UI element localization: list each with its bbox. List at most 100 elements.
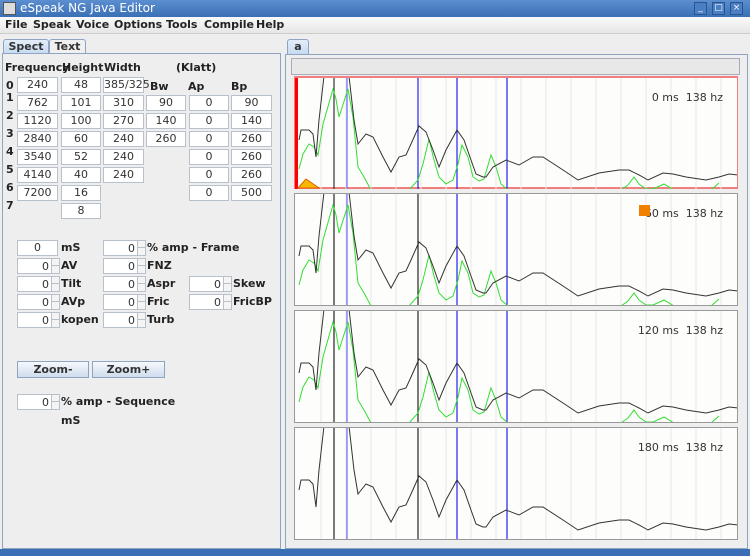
params.aspr-value[interactable]: 0 <box>128 278 135 291</box>
row-number: 4 <box>6 145 14 158</box>
bp-field[interactable]: 90 <box>231 95 272 111</box>
menu-tools[interactable]: Tools <box>166 18 197 31</box>
zoom-plus-button[interactable]: Zoom+ <box>92 361 165 378</box>
tab-spect[interactable]: Spect <box>3 39 49 54</box>
params.fricbp-value[interactable]: 0 <box>214 296 221 309</box>
params.kopen-spinner[interactable]: 0 <box>17 312 60 328</box>
minimize-icon[interactable]: _ <box>694 2 707 15</box>
width-field[interactable]: 270 <box>103 113 144 129</box>
params.kopen-label: kopen <box>61 313 99 326</box>
menu-file[interactable]: File <box>5 18 28 31</box>
params.turb-spinner[interactable]: 0 <box>103 312 146 328</box>
spinner-arrows-icon[interactable] <box>51 295 60 309</box>
frames-header-bar <box>291 58 740 75</box>
params.av-spinner[interactable]: 0 <box>17 258 60 274</box>
params.aspr-spinner[interactable]: 0 <box>103 276 146 292</box>
params.fric-spinner[interactable]: 0 <box>103 294 146 310</box>
bp-field[interactable]: 500 <box>231 185 272 201</box>
params.fric-value[interactable]: 0 <box>128 296 135 309</box>
keyframe-marker-icon <box>639 205 650 216</box>
params.avp-spinner[interactable]: 0 <box>17 294 60 310</box>
bw-field[interactable]: 140 <box>146 113 186 129</box>
params.turb-value[interactable]: 0 <box>128 314 135 327</box>
close-icon[interactable]: × <box>730 2 743 15</box>
width-field[interactable]: 240 <box>103 131 144 147</box>
frequency-field[interactable]: 3540 <box>17 149 58 165</box>
spinner-arrows-icon[interactable] <box>137 313 146 327</box>
ap-field[interactable]: 0 <box>189 149 229 165</box>
tab-text[interactable]: Text <box>49 39 86 54</box>
ap-field[interactable]: 0 <box>189 185 229 201</box>
ap-field[interactable]: 0 <box>189 167 229 183</box>
spinner-arrows-icon[interactable] <box>137 277 146 291</box>
bp-field[interactable]: 140 <box>231 113 272 129</box>
maximize-icon[interactable]: □ <box>712 2 725 15</box>
width-field[interactable]: 240 <box>103 167 144 183</box>
spinner-arrows-icon[interactable] <box>137 259 146 273</box>
row-number: 1 <box>6 91 14 104</box>
menu-speak[interactable]: Speak <box>33 18 71 31</box>
spinner-arrows-icon[interactable] <box>137 295 146 309</box>
frame-label: 0 ms 138 hz <box>651 91 723 104</box>
zoom-minus-button[interactable]: Zoom- <box>17 361 89 378</box>
width-field[interactable]: 240 <box>103 149 144 165</box>
height-field[interactable]: 100 <box>61 113 101 129</box>
sequence-spinner[interactable]: 0 <box>17 394 60 410</box>
params.skew-value[interactable]: 0 <box>214 278 221 291</box>
spectrum-frame[interactable]: 120 ms 138 hz <box>294 310 738 423</box>
frequency-field[interactable]: 240 <box>17 77 58 93</box>
bp-field[interactable]: 260 <box>231 167 272 183</box>
frequency-field[interactable]: 762 <box>17 95 58 111</box>
header-bp: Bp <box>231 80 248 93</box>
params.amp_frame-spinner[interactable]: 0 <box>103 240 146 256</box>
sequence-value[interactable]: 0 <box>42 396 49 409</box>
params.tilt-spinner[interactable]: 0 <box>17 276 60 292</box>
bp-field[interactable]: 260 <box>231 149 272 165</box>
menu-options[interactable]: Options <box>114 18 162 31</box>
spinner-arrows-icon[interactable] <box>137 241 146 255</box>
height-field[interactable]: 60 <box>61 131 101 147</box>
frequency-field[interactable]: 1120 <box>17 113 58 129</box>
ms-field[interactable]: 0 <box>17 240 58 256</box>
bw-field[interactable]: 260 <box>146 131 186 147</box>
ap-field[interactable]: 0 <box>189 95 229 111</box>
spectrum-frame[interactable]: 0 ms 138 hz <box>294 76 738 189</box>
ap-field[interactable]: 0 <box>189 113 229 129</box>
spinner-arrows-icon[interactable] <box>51 313 60 327</box>
frequency-field[interactable]: 2840 <box>17 131 58 147</box>
spinner-arrows-icon[interactable] <box>51 395 60 409</box>
params.amp_frame-value[interactable]: 0 <box>128 242 135 255</box>
params.av-value[interactable]: 0 <box>42 260 49 273</box>
params.kopen-value[interactable]: 0 <box>42 314 49 327</box>
frequency-field[interactable]: 4140 <box>17 167 58 183</box>
width-field[interactable]: 310 <box>103 95 144 111</box>
menu-voice[interactable]: Voice <box>76 18 109 31</box>
height-field[interactable]: 8 <box>61 203 101 219</box>
width-field[interactable]: 385/325 <box>103 77 150 93</box>
menu-compile[interactable]: Compile <box>204 18 254 31</box>
height-field[interactable]: 40 <box>61 167 101 183</box>
params.fnz-value[interactable]: 0 <box>128 260 135 273</box>
params.skew-spinner[interactable]: 0 <box>189 276 232 292</box>
frequency-field[interactable]: 7200 <box>17 185 58 201</box>
bp-field[interactable]: 260 <box>231 131 272 147</box>
spectrum-frame[interactable]: 180 ms 138 hz <box>294 427 738 540</box>
spinner-arrows-icon[interactable] <box>51 277 60 291</box>
spinner-arrows-icon[interactable] <box>51 259 60 273</box>
params.fricbp-spinner[interactable]: 0 <box>189 294 232 310</box>
ap-field[interactable]: 0 <box>189 131 229 147</box>
menu-help[interactable]: Help <box>256 18 284 31</box>
params.fnz-spinner[interactable]: 0 <box>103 258 146 274</box>
spinner-arrows-icon[interactable] <box>223 277 232 291</box>
spinner-arrows-icon[interactable] <box>223 295 232 309</box>
params.tilt-value[interactable]: 0 <box>42 278 49 291</box>
header-bw: Bw <box>150 80 169 93</box>
spectrum-frame[interactable]: 60 ms 138 hz <box>294 193 738 306</box>
height-field[interactable]: 101 <box>61 95 101 111</box>
height-field[interactable]: 48 <box>61 77 101 93</box>
bw-field[interactable]: 90 <box>146 95 186 111</box>
tab-a[interactable]: a <box>287 39 309 54</box>
height-field[interactable]: 16 <box>61 185 101 201</box>
height-field[interactable]: 52 <box>61 149 101 165</box>
params.avp-value[interactable]: 0 <box>42 296 49 309</box>
